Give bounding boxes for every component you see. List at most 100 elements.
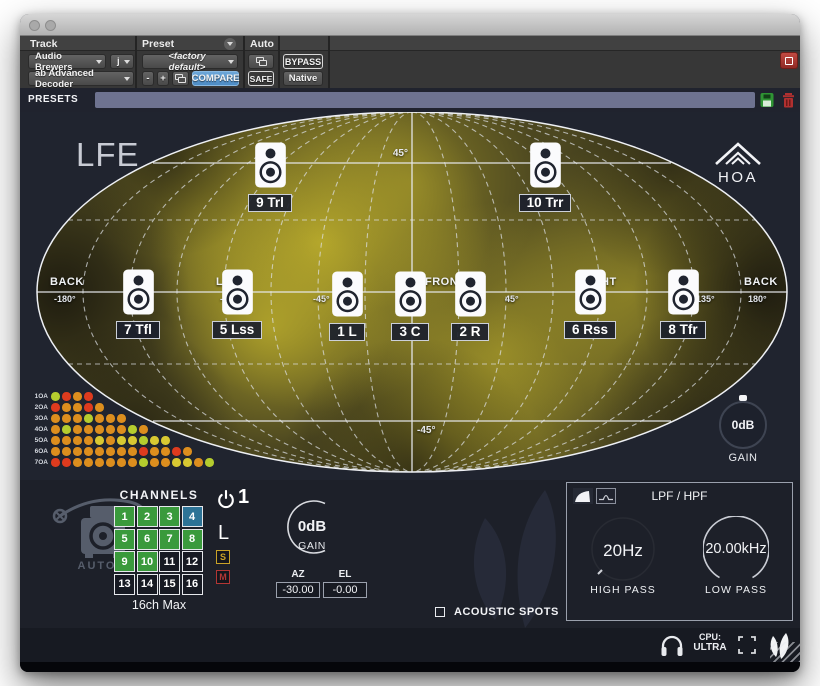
elevation-field[interactable]: -0.00 <box>323 582 367 598</box>
plugin-target-button[interactable] <box>780 52 798 69</box>
speaker-8-tfr[interactable]: 8 Tfr <box>643 269 723 339</box>
speaker-10-trr[interactable]: 10 Trr <box>505 142 585 212</box>
speaker-icon <box>331 271 363 317</box>
meter-dot <box>150 436 159 445</box>
headphone-icon[interactable] <box>660 634 684 657</box>
speaker-9-trl[interactable]: 9 Trl <box>230 142 310 212</box>
acoustic-spots-toggle[interactable]: ACOUSTIC SPOTS <box>435 606 559 618</box>
meter-dot <box>84 458 93 467</box>
automation-button[interactable] <box>248 54 274 69</box>
meter-dot <box>73 425 82 434</box>
cpu-indicator[interactable]: CPU: ULTRA <box>688 632 732 653</box>
meter-row-3oa: 3OA <box>26 413 216 424</box>
meter-dot <box>62 403 71 412</box>
meter-dot <box>73 436 82 445</box>
speaker-label: 1 L <box>329 323 365 341</box>
lfe-label: LFE <box>76 136 140 173</box>
active-channel-letter: L <box>218 522 230 544</box>
delete-preset-icon[interactable] <box>782 92 796 108</box>
channel-cell-16[interactable]: 16 <box>181 573 203 595</box>
power-icon[interactable] <box>216 490 236 510</box>
channel-cell-1[interactable]: 1 <box>114 506 135 527</box>
preset-increment-button[interactable]: + <box>157 71 169 86</box>
bypass-button[interactable]: BYPASS <box>283 54 323 69</box>
channel-cell-13[interactable]: 13 <box>114 573 135 595</box>
latitude-45-label: 45° <box>392 148 408 159</box>
meter-dot <box>73 447 82 456</box>
presets-label: PRESETS <box>28 94 79 105</box>
channel-cell-4[interactable]: 4 <box>181 506 203 527</box>
safe-button[interactable]: SAFE <box>248 71 274 86</box>
latitude-minus45-label: -45° <box>417 425 436 436</box>
window-minimize-button[interactable] <box>45 19 56 31</box>
channel-cell-7[interactable]: 7 <box>159 528 180 550</box>
meter-row-label: 2OA <box>34 404 48 411</box>
channel-cell-10[interactable]: 10 <box>136 551 158 572</box>
meter-dot <box>172 458 181 467</box>
low-pass-value: 20.00kHz <box>705 541 767 557</box>
bell-filter-tab[interactable] <box>596 488 616 504</box>
plugin-selector[interactable]: ab Advanced Decoder <box>28 68 134 90</box>
speaker-5-lss[interactable]: 5 Lss <box>197 269 277 339</box>
meter-dot <box>194 458 203 467</box>
meter-dot <box>117 447 126 456</box>
speaker-6-rss[interactable]: 6 Rss <box>550 269 630 339</box>
meter-dot <box>128 425 137 434</box>
channel-cell-6[interactable]: 6 <box>136 528 158 550</box>
save-preset-icon[interactable] <box>760 92 774 108</box>
meter-dot <box>95 458 104 467</box>
toolbar-divider <box>135 36 137 88</box>
preset-section-label: Preset <box>142 38 175 50</box>
master-gain-knob[interactable]: 0dB <box>719 401 767 449</box>
meter-row-label: 5OA <box>34 437 48 444</box>
compare-button[interactable]: COMPARE <box>192 71 239 86</box>
speaker-2-r[interactable]: 2 R <box>430 271 510 341</box>
speaker-7-tfl[interactable]: 7 Tfl <box>98 269 178 339</box>
filters-panel: LPF / HPF 20Hz HIGH PASS 20.00kHz LOW PA… <box>566 482 793 621</box>
ambisonic-order-meters: 1OA 2OA 3OA 4OA 5OA 6OA 7OA <box>26 391 216 468</box>
meter-dot <box>51 447 60 456</box>
preset-menu-button[interactable] <box>224 38 236 50</box>
plugin-selector-value: ab Advanced Decoder <box>35 67 94 90</box>
mute-button[interactable]: M <box>216 570 230 584</box>
presets-row: PRESETS <box>20 88 800 112</box>
meter-dot <box>117 436 126 445</box>
channel-cell-3[interactable]: 3 <box>159 506 180 527</box>
meter-dot <box>161 436 170 445</box>
meter-dot <box>51 458 60 467</box>
channel-cell-15[interactable]: 15 <box>159 573 180 595</box>
azimuth-degrees: -180° <box>54 294 76 304</box>
native-button[interactable]: Native <box>283 71 323 86</box>
spatial-map[interactable]: LFE HOA 45° -45° BACK -180° -135° LEFT -… <box>20 112 800 480</box>
checkbox-icon[interactable] <box>435 607 445 617</box>
channel-cell-12[interactable]: 12 <box>181 551 203 572</box>
preset-name-field[interactable] <box>95 92 755 108</box>
channel-cell-5[interactable]: 5 <box>114 528 135 550</box>
channel-cell-14[interactable]: 14 <box>136 573 158 595</box>
meter-dot <box>62 447 71 456</box>
meter-dot <box>106 436 115 445</box>
channel-cell-8[interactable]: 8 <box>181 528 203 550</box>
meter-dot <box>139 447 148 456</box>
controls-panel: AUTO CHANNELS 1 2 3 4 5 6 7 8 9 10 11 12 13 14 15 16 16… <box>20 480 800 628</box>
fullscreen-icon[interactable] <box>738 636 756 654</box>
window-close-button[interactable] <box>29 19 40 31</box>
acoustic-spots-label: ACOUSTIC SPOTS <box>454 606 559 618</box>
copy-settings-button[interactable] <box>172 71 189 86</box>
solo-button[interactable]: S <box>216 550 230 564</box>
meter-dot <box>84 403 93 412</box>
channel-cell-11[interactable]: 11 <box>159 551 180 572</box>
window-titlebar[interactable] <box>20 14 800 36</box>
channel-cell-2[interactable]: 2 <box>136 506 158 527</box>
channel-cell-9[interactable]: 9 <box>114 551 135 572</box>
preset-selector[interactable]: <factory default> <box>142 51 238 73</box>
window-bottom-band <box>20 662 800 672</box>
azimuth-field[interactable]: -30.00 <box>276 582 320 598</box>
preset-decrement-button[interactable]: - <box>142 71 154 86</box>
cpu-value: ULTRA <box>693 642 727 653</box>
meter-dot <box>95 414 104 423</box>
hoa-mode-button[interactable]: HOA <box>708 140 768 186</box>
high-pass-value: 20Hz <box>603 541 643 560</box>
active-channel-number: 1 <box>238 486 250 508</box>
shelf-filter-tab[interactable] <box>573 488 593 504</box>
